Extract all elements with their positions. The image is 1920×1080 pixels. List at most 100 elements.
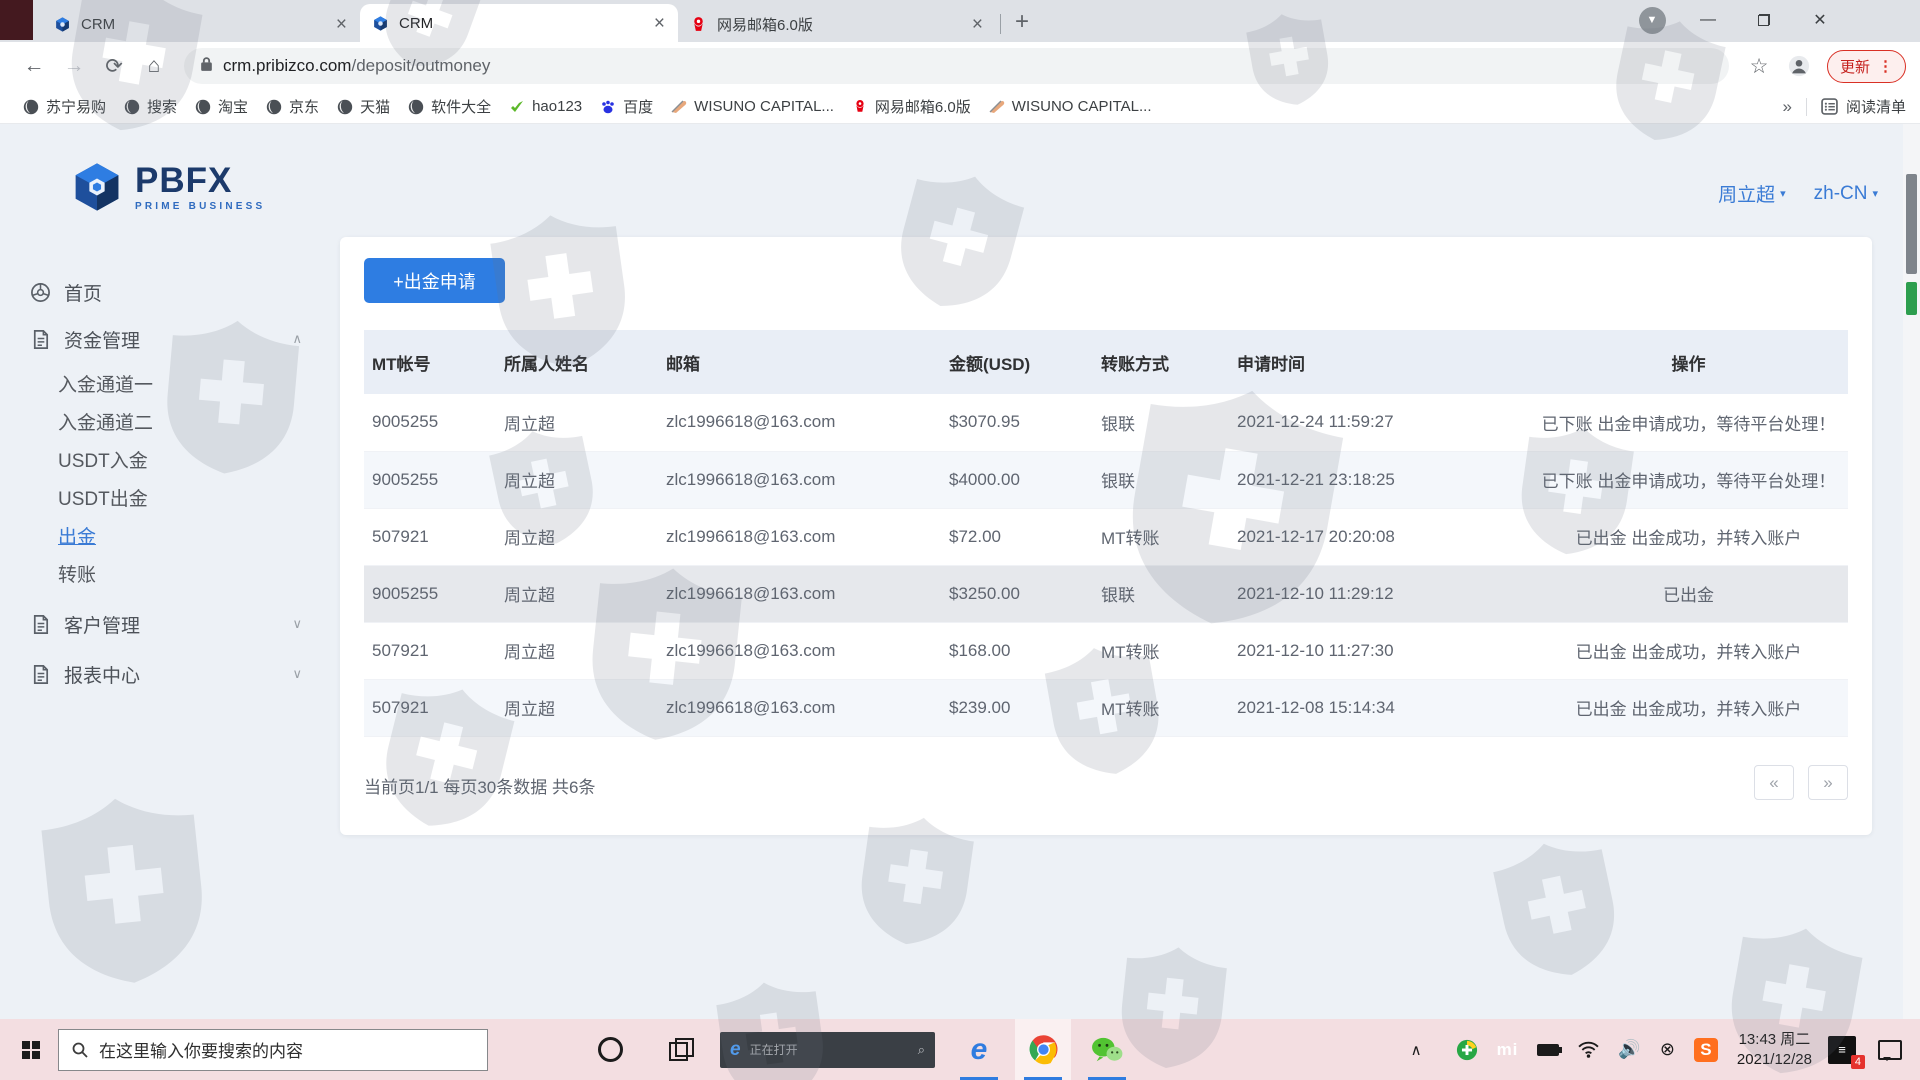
- windows-taskbar: 在这里输入你要搜索的内容 e 正在打开 ⌕ e: [0, 1019, 1920, 1080]
- taskbar-chrome-button[interactable]: [1015, 1019, 1071, 1080]
- bookmark-star-icon[interactable]: ☆: [1739, 46, 1779, 86]
- reading-list-button[interactable]: 阅读清单: [1821, 96, 1906, 117]
- bookmark-item[interactable]: 百度: [591, 96, 662, 117]
- globe-icon: [408, 99, 424, 115]
- language-menu[interactable]: zh-CN ▾: [1814, 180, 1878, 207]
- task-view-icon[interactable]: [669, 1038, 692, 1061]
- table-cell: MT转账: [1093, 679, 1229, 736]
- browser-profile-button[interactable]: ▼: [1624, 0, 1680, 40]
- bookmark-item[interactable]: WISUNO CAPITAL...: [980, 98, 1161, 115]
- home-icon[interactable]: ⌂: [134, 46, 174, 86]
- sidebar-item-USDT出金[interactable]: USDT出金: [0, 478, 330, 516]
- bookmark-item[interactable]: 天猫: [328, 96, 399, 117]
- browser-titlebar: CRM × CRM × 网易邮箱6.0版 × + ▼ — ✕: [0, 0, 1920, 42]
- table-cell: 2021-12-08 15:14:34: [1229, 679, 1529, 736]
- antivirus-shield-icon[interactable]: [1456, 1039, 1478, 1061]
- table-cell: 周立超: [496, 451, 658, 508]
- forward-icon[interactable]: →: [54, 46, 94, 86]
- wifi-icon[interactable]: [1578, 1041, 1599, 1058]
- taskbar-ie-button[interactable]: e: [951, 1019, 1007, 1080]
- bookmark-item[interactable]: 苏宁易购: [14, 96, 115, 117]
- tab-close-icon[interactable]: ×: [333, 15, 350, 34]
- bookmark-item[interactable]: 网易邮箱6.0版: [843, 96, 980, 117]
- bookmark-item[interactable]: 淘宝: [186, 96, 257, 117]
- sidebar-item-出金[interactable]: 出金: [0, 516, 330, 554]
- pagination-prev-button[interactable]: «: [1754, 765, 1794, 800]
- tray-expand-icon[interactable]: ∧: [1411, 1041, 1422, 1059]
- bookmark-item[interactable]: 软件大全: [399, 96, 500, 117]
- pagination-next-button[interactable]: »: [1808, 765, 1848, 800]
- address-bar[interactable]: crm.pribizco.com/deposit/outmoney: [184, 48, 1729, 84]
- sidebar-item-USDT入金[interactable]: USDT入金: [0, 440, 330, 478]
- start-button-icon[interactable]: [22, 1041, 40, 1059]
- sidebar-item-资金管理[interactable]: 资金管理∧: [0, 314, 330, 364]
- browser-tab-1[interactable]: CRM ×: [42, 6, 360, 42]
- scrollbar-thumb[interactable]: [1906, 174, 1917, 274]
- tab-close-icon[interactable]: ×: [969, 15, 986, 34]
- mi-tray-icon[interactable]: mi: [1497, 1040, 1519, 1060]
- logo-text: PBFX: [135, 163, 265, 198]
- reading-list-label: 阅读清单: [1846, 96, 1906, 117]
- taskbar-window-preview[interactable]: e 正在打开 ⌕: [720, 1032, 935, 1068]
- browser-tab-2-active[interactable]: CRM ×: [360, 4, 678, 42]
- new-tab-button[interactable]: +: [1015, 8, 1029, 36]
- ime-tray-icon[interactable]: ≡4: [1828, 1036, 1856, 1064]
- cortana-icon[interactable]: [598, 1037, 623, 1062]
- chrome-update-button[interactable]: 更新 ⋮: [1827, 50, 1906, 83]
- table-cell: 周立超: [496, 679, 658, 736]
- browser-navbar: ← → ⟳ ⌂ crm.pribizco.com/deposit/outmone…: [0, 42, 1920, 90]
- table-row: 507921周立超zlc1996618@163.com$72.00MT转账202…: [364, 508, 1848, 565]
- battery-icon[interactable]: [1537, 1044, 1559, 1056]
- sidebar-item-首页[interactable]: 首页: [0, 270, 330, 314]
- menu-dots-icon[interactable]: ⋮: [1878, 57, 1893, 75]
- table-cell: 2021-12-21 23:18:25: [1229, 451, 1529, 508]
- page-scrollbar[interactable]: [1903, 124, 1920, 1019]
- globe-icon: [266, 99, 282, 115]
- url-path: /deposit/outmoney: [351, 56, 490, 75]
- col-header: 操作: [1529, 330, 1848, 394]
- table-header-row: MT帐号所属人姓名邮箱金额(USD)转账方式申请时间操作: [364, 330, 1848, 394]
- back-icon[interactable]: ←: [14, 46, 54, 86]
- bookmark-item[interactable]: 搜索: [115, 96, 186, 117]
- table-cell: 周立超: [496, 394, 658, 451]
- sidebar-item-报表中心[interactable]: 报表中心∨: [0, 649, 330, 699]
- profile-avatar-icon[interactable]: [1779, 46, 1819, 86]
- window-close-button[interactable]: ✕: [1792, 0, 1848, 40]
- table-cell: zlc1996618@163.com: [658, 394, 941, 451]
- taskbar-wechat-button[interactable]: [1079, 1019, 1135, 1080]
- globe-icon: [195, 99, 211, 115]
- action-center-icon[interactable]: [1878, 1040, 1902, 1060]
- language-label: zh-CN: [1814, 183, 1868, 205]
- window-minimize-button[interactable]: —: [1680, 0, 1736, 40]
- table-cell: 9005255: [364, 451, 496, 508]
- clock-date: 2021/12/28: [1737, 1050, 1812, 1070]
- user-menu[interactable]: 周立超 ▾: [1718, 180, 1786, 207]
- bookmark-item[interactable]: hao123: [500, 98, 591, 115]
- table-cell: zlc1996618@163.com: [658, 622, 941, 679]
- tab-close-icon[interactable]: ×: [651, 14, 668, 33]
- table-cell: 2021-12-24 11:59:27: [1229, 394, 1529, 451]
- taskbar-clock[interactable]: 13:43 周二 2021/12/28: [1737, 1030, 1812, 1069]
- sidebar-item-入金通道一[interactable]: 入金通道一: [0, 364, 330, 402]
- bookmark-label: 软件大全: [431, 96, 491, 117]
- feather-icon: [989, 99, 1005, 115]
- disconnect-icon[interactable]: ⊗: [1660, 1039, 1675, 1060]
- scrollbar-marker: [1906, 282, 1917, 315]
- sidebar-item-入金通道二[interactable]: 入金通道二: [0, 402, 330, 440]
- withdraw-apply-button[interactable]: +出金申请: [364, 258, 505, 303]
- logo-subtitle: PRIME BUSINESS: [135, 201, 265, 212]
- reload-icon[interactable]: ⟳: [94, 46, 134, 86]
- sogou-input-icon[interactable]: S: [1694, 1038, 1718, 1062]
- bookmark-item[interactable]: WISUNO CAPITAL...: [662, 98, 843, 115]
- sidebar-item-转账[interactable]: 转账: [0, 554, 330, 592]
- bookmark-item[interactable]: 京东: [257, 96, 328, 117]
- volume-icon[interactable]: 🔊: [1618, 1039, 1640, 1060]
- search-icon: [72, 1042, 88, 1058]
- taskbar-search-input[interactable]: 在这里输入你要搜索的内容: [58, 1029, 488, 1071]
- sidebar-item-客户管理[interactable]: 客户管理∨: [0, 599, 330, 649]
- window-restore-button[interactable]: [1736, 0, 1792, 40]
- bookmarks-overflow-button[interactable]: »: [1783, 97, 1792, 117]
- globe-icon: [124, 99, 140, 115]
- browser-tab-3[interactable]: 网易邮箱6.0版 ×: [678, 6, 996, 42]
- wechat-icon: [1091, 1036, 1123, 1064]
